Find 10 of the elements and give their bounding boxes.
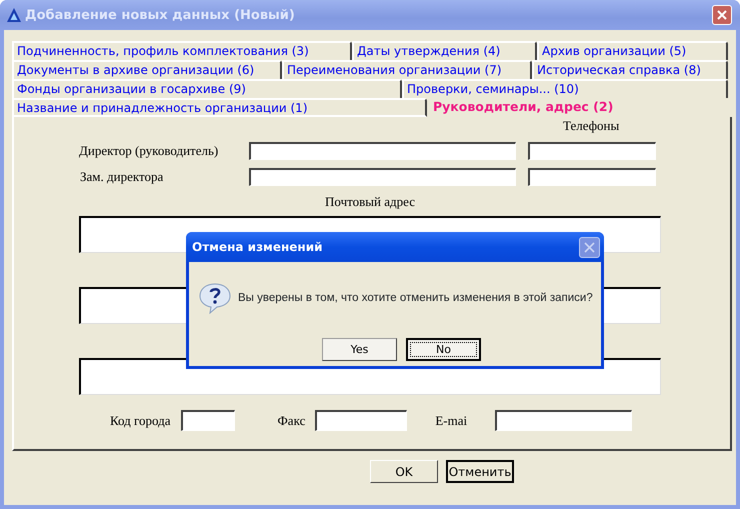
field-label: Директор (руководитель) xyxy=(79,143,220,159)
field-label: Код города xyxy=(110,412,171,428)
section-header: Почтовый адрес xyxy=(325,194,415,210)
dialog-message: Вы уверены в том, что хотите отменить изменения в этой записи? xyxy=(238,292,593,304)
column-header: Телефоны xyxy=(563,118,620,135)
field-label: Зам. директора xyxy=(79,169,164,185)
field-label: Факс xyxy=(278,412,306,428)
window-title: Добавление новых данных (Новый) xyxy=(25,8,296,22)
dialog-title: Отмена изменений xyxy=(192,240,324,254)
field-label: E-mai xyxy=(435,412,468,428)
